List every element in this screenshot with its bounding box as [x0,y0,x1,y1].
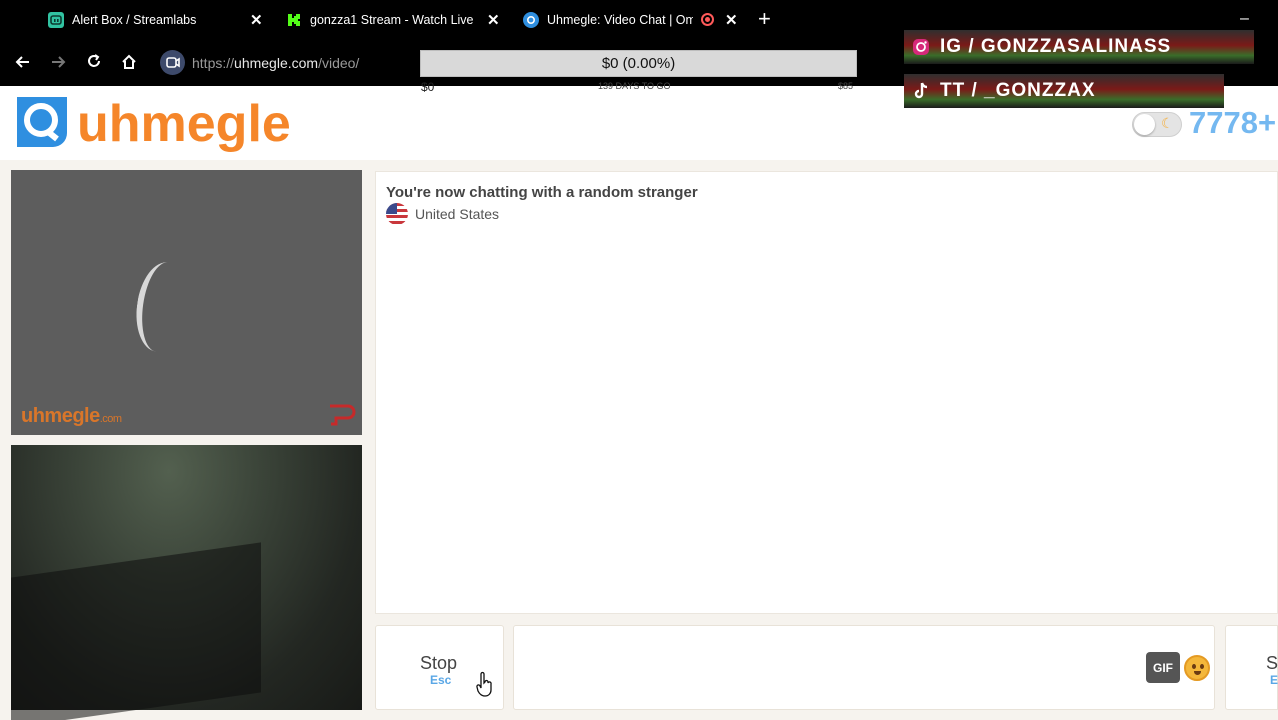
address-bar[interactable]: https://uhmegle.com/video/ [192,55,359,71]
hand-cursor-icon [476,671,494,697]
tab-title: Alert Box / Streamlabs [72,13,197,27]
watermark-suffix: .com [99,413,122,425]
close-tab-icon[interactable]: ✕ [250,11,263,29]
instagram-icon [910,36,932,58]
goal-days-left: 139 DAYS TO GO [598,81,671,91]
url-path: /video/ [318,55,360,71]
gif-button[interactable]: GIF [1146,652,1180,683]
site-info-icon[interactable] [160,50,185,75]
url-scheme: https:// [192,55,235,71]
stop-shortcut-key: Esc [430,673,452,687]
send-button-label: S [1266,653,1278,673]
tiktok-icon [910,80,932,102]
video-watermark: uhmegle.com [21,405,122,428]
url-host: uhmegle.com [234,55,319,71]
reload-icon[interactable] [85,53,103,75]
goal-start-amount: $0 [421,80,435,94]
forward-icon[interactable] [49,53,67,75]
tab-streamlabs[interactable]: Alert Box / Streamlabs ✕ [48,0,263,40]
recording-icon [701,13,714,26]
tab-kick[interactable]: gonzza1 Stream - Watch Live o ✕ [286,0,501,40]
minimize-button[interactable]: – [1240,10,1249,28]
send-shortcut-key: E [1270,673,1278,687]
home-icon[interactable] [120,53,138,75]
emoji-icon[interactable] [1184,655,1210,681]
site-logo[interactable]: uhmegle [77,94,291,154]
instagram-overlay: IG / GONZZASALINASS [904,30,1254,64]
uhmegle-icon [523,12,539,28]
close-tab-icon[interactable]: ✕ [487,11,500,29]
online-user-count: 7778+ [1189,105,1277,140]
watermark-text: uhmegle [21,405,100,427]
tiktok-handle: TT / _GONZZAX [940,80,1096,101]
kick-icon [286,12,302,28]
uhmegle-logo-icon[interactable] [13,93,71,151]
stranger-country: United States [415,206,500,222]
chat-log[interactable] [375,171,1278,614]
stop-button-label: Stop [420,653,458,673]
instagram-handle: IG / GONZZASALINASS [940,36,1172,57]
report-flag-icon[interactable] [328,402,356,426]
goal-target-amount: $85 [838,81,854,91]
tab-uhmegle[interactable]: Uhmegle: Video Chat | Ome ✕ [523,0,743,40]
new-tab-button[interactable]: + [758,8,771,30]
close-tab-icon[interactable]: ✕ [725,11,738,29]
message-input[interactable] [513,625,1215,710]
tab-title: Uhmegle: Video Chat | Ome [547,13,693,27]
streamlabs-icon [48,12,64,28]
toggle-knob [1134,114,1155,135]
moon-icon: ☾ [1161,115,1174,131]
us-flag-icon [386,203,408,225]
donation-goal-bar: $0 (0.00%) [420,50,857,77]
tab-title: gonzza1 Stream - Watch Live o [310,13,476,27]
back-icon[interactable] [14,53,32,75]
chat-status-message: You're now chatting with a random strang… [386,184,698,201]
tiktok-overlay: TT / _GONZZAX [904,74,1224,108]
